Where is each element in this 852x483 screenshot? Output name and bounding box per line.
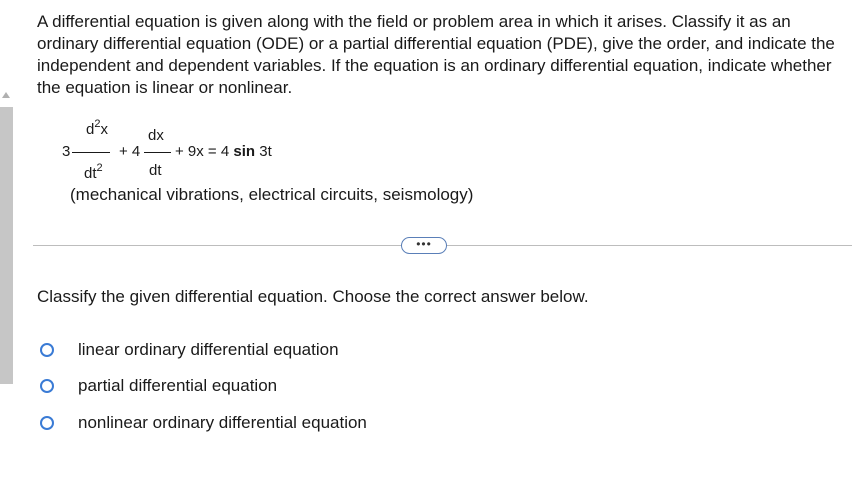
field-of-application: (mechanical vibrations, electrical circu… [70, 185, 474, 204]
equation-coefficient-3: 3 [62, 143, 71, 160]
equation-rhs: + 9x = 4 sin 3t [175, 143, 272, 160]
fraction-bar-2 [144, 152, 171, 153]
option-linear-ode[interactable]: linear ordinary differential equation [40, 340, 339, 360]
equation-term-4: + 4 [119, 143, 141, 160]
radio-button-icon[interactable] [40, 343, 54, 357]
equation-numerator-1: d2x [86, 118, 108, 138]
radio-button-icon[interactable] [40, 379, 54, 393]
question-text: A differential equation is given along w… [37, 12, 835, 97]
option-label: linear ordinary differential equation [78, 340, 339, 359]
fraction-bar-1 [72, 152, 110, 153]
option-nonlinear-ode[interactable]: nonlinear ordinary differential equation [40, 413, 367, 433]
equation-denominator-2: dt [149, 162, 162, 179]
scroll-thumb[interactable] [0, 107, 13, 384]
radio-button-icon[interactable] [40, 416, 54, 430]
vertical-scrollbar[interactable] [0, 0, 13, 483]
differential-equation: 3 d2x dt2 + 4 dx dt + 9x = 4 sin 3t [62, 118, 362, 188]
option-pde[interactable]: partial differential equation [40, 376, 277, 396]
option-label: partial differential equation [78, 376, 278, 395]
equation-denominator-1: dt2 [84, 162, 103, 182]
scroll-up-arrow-icon[interactable] [2, 92, 10, 98]
option-label: nonlinear ordinary differential equation [78, 413, 367, 432]
equation-numerator-2: dx [148, 127, 164, 144]
more-options-button[interactable]: ••• [401, 237, 447, 254]
answer-prompt: Classify the given differential equation… [37, 287, 589, 306]
